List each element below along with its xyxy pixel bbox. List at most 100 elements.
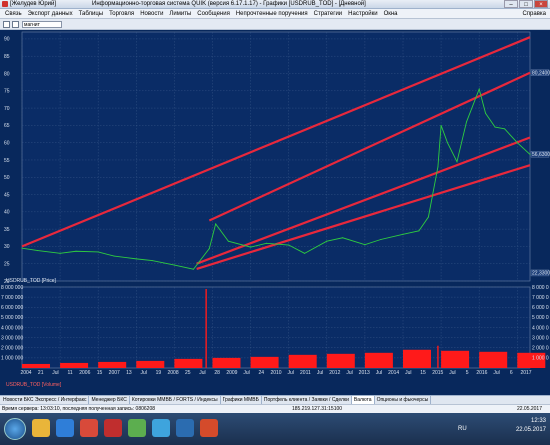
price-point — [135, 258, 137, 260]
volume-y-tick-label: 3 000 000 — [1, 335, 23, 341]
browser-icon[interactable] — [80, 419, 98, 437]
menu-settings[interactable]: Настройки — [345, 11, 380, 17]
quik-app-icon — [2, 1, 8, 7]
volume-y-tick-label: 7 000 000 — [1, 295, 23, 301]
volume-bar — [288, 354, 317, 368]
menu-help[interactable]: Справка — [522, 11, 546, 17]
cursor-icon[interactable] — [12, 21, 19, 28]
price-point — [151, 260, 153, 262]
price-point — [364, 244, 366, 246]
x-tick-label: 2011 — [300, 370, 311, 376]
volume-bar — [60, 362, 89, 368]
quik-taskbar-icon[interactable] — [200, 419, 218, 437]
tab-options[interactable]: Опционы и фьючерсы — [375, 396, 432, 404]
chart-window[interactable]: 90 85 80 75 70 65 60 55 50 45 40 35 30 25 20 2004 21 Jul 1… — [0, 30, 550, 395]
x-tick-label: Jul — [140, 370, 146, 376]
menu-windows[interactable]: Окна — [381, 11, 401, 17]
maximize-button[interactable]: □ — [519, 0, 533, 8]
price-point — [326, 240, 328, 242]
price-point — [427, 216, 429, 218]
price-y-tick-label: 90 — [4, 37, 10, 43]
start-button[interactable] — [4, 418, 26, 440]
price-point — [494, 126, 496, 128]
x-tick-label: Jul — [199, 370, 205, 376]
price-point — [208, 247, 210, 249]
price-point — [97, 251, 99, 253]
word-icon[interactable] — [176, 419, 194, 437]
price-volume-chart[interactable]: 9085807570656055504540353025202004 21 Jul 1… — [0, 30, 550, 395]
menu-limits[interactable]: Лимиты — [166, 11, 194, 17]
price-point — [456, 161, 458, 163]
menu-news[interactable]: Новости — [137, 11, 166, 17]
x-tick-label: Jul — [493, 370, 499, 376]
language-indicator[interactable]: RU — [458, 426, 467, 432]
price-point — [59, 252, 61, 254]
volume-bar — [136, 360, 165, 368]
app-icon-blue[interactable] — [152, 419, 170, 437]
menu-unread-orders[interactable]: Непрочтенные поручения — [233, 11, 311, 17]
x-tick-label: Jul — [243, 370, 249, 376]
last-value-label: 80,2400 — [532, 70, 550, 76]
price-point — [288, 244, 290, 246]
x-tick-label: 2014 — [388, 370, 399, 376]
price-point — [437, 166, 439, 168]
volume-y-tick-label-right: 6 000 0 — [532, 305, 549, 311]
tab-manager[interactable]: Менеджер БКС — [89, 396, 130, 404]
price-point — [504, 128, 506, 130]
price-point — [380, 239, 382, 240]
tab-currency[interactable]: Валюта — [351, 396, 375, 404]
search-input[interactable]: магнит — [22, 21, 62, 28]
price-point — [227, 240, 229, 242]
price-point — [192, 268, 194, 270]
yandex-icon[interactable] — [104, 419, 122, 437]
app-icon-green[interactable] — [128, 419, 146, 437]
window-user: [Желудев Юрий] — [10, 1, 57, 7]
ie-icon[interactable] — [56, 419, 74, 437]
price-y-tick-label: 80 — [4, 71, 10, 77]
volume-bar — [98, 361, 127, 368]
menu-messages[interactable]: Сообщения — [194, 11, 233, 17]
price-point — [304, 252, 306, 254]
menu-tables[interactable]: Таблицы — [76, 11, 107, 17]
workspace-tabs: Новости БКС Экспресс / Интерфакс Менедже… — [0, 395, 550, 404]
menu-export[interactable]: Экспорт данных — [25, 11, 76, 17]
window-title: Информационно-торговая система QUIK (вер… — [92, 1, 366, 7]
price-point — [516, 142, 518, 144]
volume-bar — [437, 345, 439, 368]
zoom-icon[interactable] — [3, 21, 10, 28]
x-tick-label: 2016 — [476, 370, 487, 376]
x-tick-label: Jul — [52, 370, 58, 376]
volume-bar — [403, 349, 431, 368]
system-clock[interactable]: 12:33 22.05.2017 — [516, 417, 546, 435]
x-tick-label: 24 — [259, 370, 265, 376]
tab-portfolio[interactable]: Портфель клиента / Заявки / Сделки — [262, 396, 352, 404]
price-point — [418, 230, 420, 232]
volume-y-tick-label-right: 5 000 0 — [532, 315, 549, 321]
minimize-button[interactable]: – — [504, 0, 518, 8]
tab-quotes[interactable]: Котировки ММВБ / FORTS / Индексы — [130, 396, 221, 404]
x-tick-label: Jul — [288, 370, 294, 376]
x-tick-label: Jul — [376, 370, 382, 376]
tab-charts[interactable]: Графики ММВБ — [221, 396, 262, 404]
x-tick-label: 15 — [97, 370, 103, 376]
volume-legend: USDRUB_TOD [Volume] — [6, 382, 62, 388]
volume-y-tick-label: 6 000 000 — [1, 305, 23, 311]
volume-bar — [205, 289, 207, 368]
price-y-tick-label: 35 — [4, 227, 10, 233]
menu-trading[interactable]: Торговля — [106, 11, 137, 17]
explorer-icon[interactable] — [32, 419, 50, 437]
tab-news[interactable]: Новости БКС Экспресс / Интерфакс — [1, 396, 90, 404]
x-tick-label: 2004 — [20, 370, 31, 376]
x-tick-label: 25 — [185, 370, 191, 376]
close-button[interactable]: × — [534, 0, 548, 8]
last-value-label: 56,6300 — [532, 152, 550, 158]
volume-y-tick-label-right: 8 000 0 — [532, 285, 549, 291]
x-tick-label: 13 — [126, 370, 132, 376]
menu-connection[interactable]: Связь — [2, 11, 25, 17]
price-point — [402, 233, 404, 235]
main-menu: Связь Экспорт данных Таблицы Торговля Но… — [0, 9, 550, 19]
clock-time: 12:33 — [530, 418, 546, 424]
volume-y-tick-label-right: 1 000 0 — [532, 356, 549, 362]
volume-bar — [250, 356, 279, 368]
menu-strategies[interactable]: Стратегии — [311, 11, 346, 17]
